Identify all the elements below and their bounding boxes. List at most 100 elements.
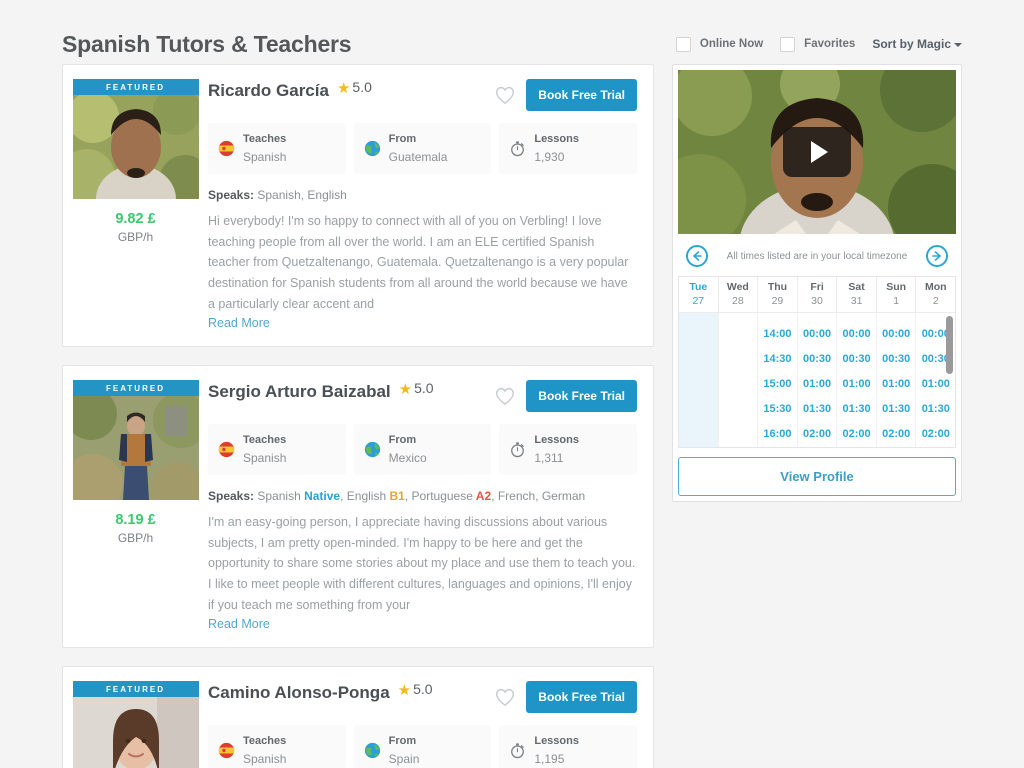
time-slot[interactable]: 02:00: [803, 422, 831, 447]
book-free-trial-button[interactable]: Book Free Trial: [526, 380, 637, 413]
spoken-language: English: [304, 188, 347, 203]
calendar-day-sun[interactable]: Sun 1: [877, 277, 917, 312]
tutor-video-player[interactable]: [678, 70, 956, 234]
spoken-language: Portuguese: [408, 489, 473, 504]
time-slot[interactable]: 15:30: [763, 397, 791, 422]
next-week-button[interactable]: [925, 245, 948, 267]
favorites-checkbox[interactable]: [780, 36, 796, 52]
book-free-trial-button[interactable]: Book Free Trial: [526, 681, 637, 714]
calendar-day-number: 1: [893, 295, 900, 307]
teaches-info-box: Teaches Spanish: [208, 725, 346, 768]
time-slot[interactable]: 00:30: [803, 347, 831, 372]
from-value: Guatemala: [388, 149, 448, 164]
tutor-rating: 5.0: [413, 681, 433, 698]
tutor-info-row: Teaches Spanish From Mexico Lessons 1,31…: [208, 424, 638, 476]
time-slot[interactable]: 14:30: [763, 347, 791, 372]
time-slot[interactable]: 00:30: [843, 347, 871, 372]
time-slot[interactable]: 01:30: [803, 397, 831, 422]
tutor-card[interactable]: FEATURED: [62, 64, 654, 348]
lessons-label: Lessons: [534, 434, 579, 447]
speaks-label: Speaks:: [208, 188, 255, 203]
calendar-day-sat[interactable]: Sat 31: [837, 277, 877, 312]
time-slot[interactable]: 00:00: [882, 322, 910, 347]
lessons-value: 1,930: [534, 149, 565, 164]
lessons-label: Lessons: [534, 133, 579, 145]
tutor-card[interactable]: FEATURED: [62, 365, 654, 649]
time-slot[interactable]: 01:00: [843, 372, 871, 397]
tutor-price-unit: GBP/h: [117, 531, 154, 546]
online-now-checkbox[interactable]: [675, 36, 691, 52]
tutor-card[interactable]: FEATURED: [62, 666, 654, 768]
chevron-down-icon: [954, 42, 962, 47]
time-slot[interactable]: 16:00: [763, 422, 791, 447]
from-label: From: [388, 133, 417, 145]
heart-icon[interactable]: [494, 687, 516, 707]
view-profile-button[interactable]: View Profile: [678, 457, 956, 496]
time-slot[interactable]: 02:00: [882, 422, 910, 447]
tutor-name[interactable]: Ricardo García: [208, 79, 329, 103]
teaches-label: Teaches: [243, 133, 287, 145]
calendar-day-mon[interactable]: Mon 2: [916, 277, 955, 312]
tutor-thumbnail-wrap[interactable]: FEATURED: [72, 380, 199, 501]
calendar-day-thu[interactable]: Thu 29: [758, 277, 798, 312]
tutor-thumbnail-wrap[interactable]: FEATURED: [72, 681, 199, 768]
teaches-value: Spanish: [243, 451, 287, 465]
from-info-box: From Guatemala: [353, 123, 492, 175]
preview-panel: All times listed are in your local timez…: [672, 64, 962, 502]
tutor-card-actions: Book Free Trial: [494, 681, 637, 714]
time-slot-column: [679, 313, 719, 447]
time-slot-column: 00:0000:3001:0001:3002:0002:30: [837, 313, 877, 447]
calendar-day-tue[interactable]: Tue 27: [679, 277, 719, 312]
tutor-card-header: Camino Alonso-Ponga ★ 5.0 Book Free Tria…: [208, 681, 637, 714]
tutor-name[interactable]: Camino Alonso-Ponga: [208, 681, 390, 705]
time-slot[interactable]: 02:00: [922, 422, 950, 447]
globe-icon: [364, 743, 380, 759]
speaks-row: Speaks: Spanish Native, English B1, Port…: [208, 489, 637, 503]
tutor-preview-sidebar: All times listed are in your local timez…: [672, 64, 962, 768]
speaks-row: Speaks: Spanish, English: [208, 188, 637, 202]
calendar-day-number: 29: [771, 295, 784, 307]
calendar-day-wed[interactable]: Wed 28: [719, 277, 759, 312]
calendar-day-name: Tue: [689, 281, 708, 293]
time-slot[interactable]: 01:00: [922, 372, 950, 397]
heart-icon[interactable]: [494, 85, 516, 105]
time-slot[interactable]: 01:30: [922, 397, 950, 422]
heart-icon[interactable]: [494, 386, 516, 406]
book-free-trial-button[interactable]: Book Free Trial: [526, 79, 637, 111]
tutor-list: FEATURED 9.82 £ GBP/h Ricardo García ★ 5…: [62, 64, 654, 768]
sort-dropdown-label: Sort by Magic: [872, 37, 951, 51]
previous-week-button[interactable]: [686, 245, 708, 267]
time-slot[interactable]: 15:00: [763, 372, 791, 397]
from-info-box: From Mexico: [353, 424, 492, 476]
tutor-photo[interactable]: [72, 697, 199, 768]
time-slots-scrollbar[interactable]: [946, 316, 953, 374]
lessons-info-box: Lessons 1,930: [499, 123, 638, 175]
time-slot[interactable]: 00:00: [803, 322, 831, 347]
read-more-link[interactable]: Read More: [208, 316, 270, 330]
availability-calendar: Tue 27 Wed 28 Thu 29 Fri 30 Sat 31 Sun 1 Mon 2 14:00 1…: [678, 276, 956, 448]
tutor-name[interactable]: Sergio Arturo Baizabal: [208, 380, 391, 404]
sort-dropdown[interactable]: Sort by Magic: [872, 37, 962, 51]
tutor-thumbnail-wrap[interactable]: FEATURED: [72, 79, 199, 199]
time-slot[interactable]: 01:00: [882, 372, 910, 397]
tutor-photo[interactable]: [72, 396, 199, 501]
time-slot[interactable]: 01:30: [882, 397, 910, 422]
time-slot[interactable]: 00:30: [882, 347, 910, 372]
globe-icon: [364, 442, 380, 458]
online-now-label: Online Now: [699, 38, 764, 50]
time-slot[interactable]: 01:00: [803, 372, 831, 397]
calendar-day-fri[interactable]: Fri 30: [798, 277, 838, 312]
tutor-photo[interactable]: [72, 95, 199, 199]
stopwatch-icon: [511, 743, 525, 759]
language-level-badge: A2: [472, 489, 492, 504]
time-slot[interactable]: 01:30: [843, 397, 871, 422]
calendar-day-name: Sun: [886, 281, 907, 293]
play-icon: [810, 141, 828, 163]
time-slot[interactable]: 00:00: [843, 322, 871, 347]
time-slot[interactable]: 14:00: [763, 322, 791, 347]
time-slot[interactable]: 02:00: [843, 422, 871, 447]
play-button[interactable]: [783, 127, 851, 177]
speaks-label: Speaks:: [208, 489, 255, 504]
time-slots-area: 14:0014:3015:0015:3016:0017:3000:0000:30…: [679, 312, 955, 447]
read-more-link[interactable]: Read More: [208, 617, 270, 631]
